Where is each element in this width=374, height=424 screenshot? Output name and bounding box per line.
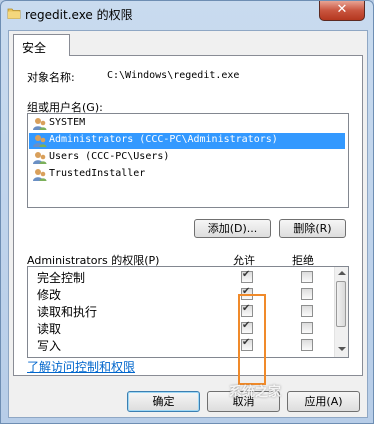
- permission-name: 写入: [37, 339, 62, 353]
- object-name-label: 对象名称:: [27, 71, 75, 84]
- watermark-logo: 系统之家: [229, 385, 282, 400]
- permissions-dialog: regedit.exe 的权限 ✕ 安全 对象名称: C:\Windows\re…: [0, 0, 374, 424]
- user-group-icon: [33, 169, 47, 181]
- permission-name: 修改: [37, 288, 62, 302]
- list-item[interactable]: Users (CCC-PC\Users): [29, 150, 345, 166]
- deny-checkbox[interactable]: [301, 288, 313, 300]
- user-group-icon: [33, 152, 47, 164]
- folder-icon: [7, 8, 21, 19]
- learn-access-control-link[interactable]: 了解访问控制和权限: [27, 358, 135, 375]
- permission-name: 完全控制: [37, 271, 86, 285]
- object-name-value: C:\Windows\regedit.exe: [107, 70, 240, 81]
- user-group-icon: [33, 135, 47, 147]
- apply-button[interactable]: 应用(A): [287, 391, 360, 412]
- permissions-list[interactable]: 完全控制 修改 读取和执行 读取: [27, 266, 349, 358]
- deny-checkbox[interactable]: [301, 271, 313, 283]
- list-item-selected[interactable]: Administrators (CCC-PC\Administrators): [29, 133, 345, 149]
- close-icon: ✕: [336, 2, 348, 17]
- security-panel: 对象名称: C:\Windows\regedit.exe 组或用户名(G): S…: [13, 55, 363, 385]
- remove-button[interactable]: 删除(R): [279, 219, 346, 238]
- allow-column-highlight: [238, 294, 266, 385]
- title-bar[interactable]: regedit.exe 的权限 ✕: [1, 1, 373, 27]
- list-item[interactable]: TrustedInstaller: [29, 167, 345, 183]
- permission-row: 修改: [28, 285, 333, 302]
- close-button[interactable]: ✕: [319, 1, 365, 21]
- dialog-client: 安全 对象名称: C:\Windows\regedit.exe 组或用户名(G)…: [8, 30, 368, 418]
- tab-security-label: 安全: [22, 41, 47, 55]
- list-item-label: SYSTEM: [49, 117, 86, 128]
- permission-row: 读取: [28, 319, 333, 336]
- allow-checkbox[interactable]: [241, 269, 253, 283]
- group-user-list[interactable]: SYSTEM Administrators (CCC-PC\Administra…: [27, 113, 349, 208]
- scroll-down-icon[interactable]: [338, 347, 346, 351]
- permission-row: 读取和执行: [28, 302, 333, 319]
- add-button[interactable]: 添加(D)...: [194, 219, 271, 238]
- tab-security[interactable]: 安全: [13, 34, 70, 56]
- deny-checkbox[interactable]: [301, 339, 313, 351]
- list-item[interactable]: SYSTEM: [29, 116, 345, 132]
- list-item-label: TrustedInstaller: [49, 168, 146, 179]
- window-title: regedit.exe 的权限: [25, 8, 133, 22]
- list-item-label: Users (CCC-PC\Users): [49, 151, 170, 162]
- permission-name: 读取和执行: [37, 305, 98, 319]
- permission-row: 写入: [28, 336, 333, 353]
- permissions-scrollbar[interactable]: [334, 267, 348, 357]
- ok-button[interactable]: 确定: [127, 391, 200, 412]
- scroll-up-icon[interactable]: [338, 271, 346, 275]
- scroll-thumb[interactable]: [336, 281, 346, 327]
- permission-name: 读取: [37, 322, 62, 336]
- permission-row: 完全控制: [28, 268, 333, 285]
- deny-checkbox[interactable]: [301, 322, 313, 334]
- user-group-icon: [33, 118, 47, 130]
- deny-checkbox[interactable]: [301, 305, 313, 317]
- list-item-label: Administrators (CCC-PC\Administrators): [49, 134, 278, 145]
